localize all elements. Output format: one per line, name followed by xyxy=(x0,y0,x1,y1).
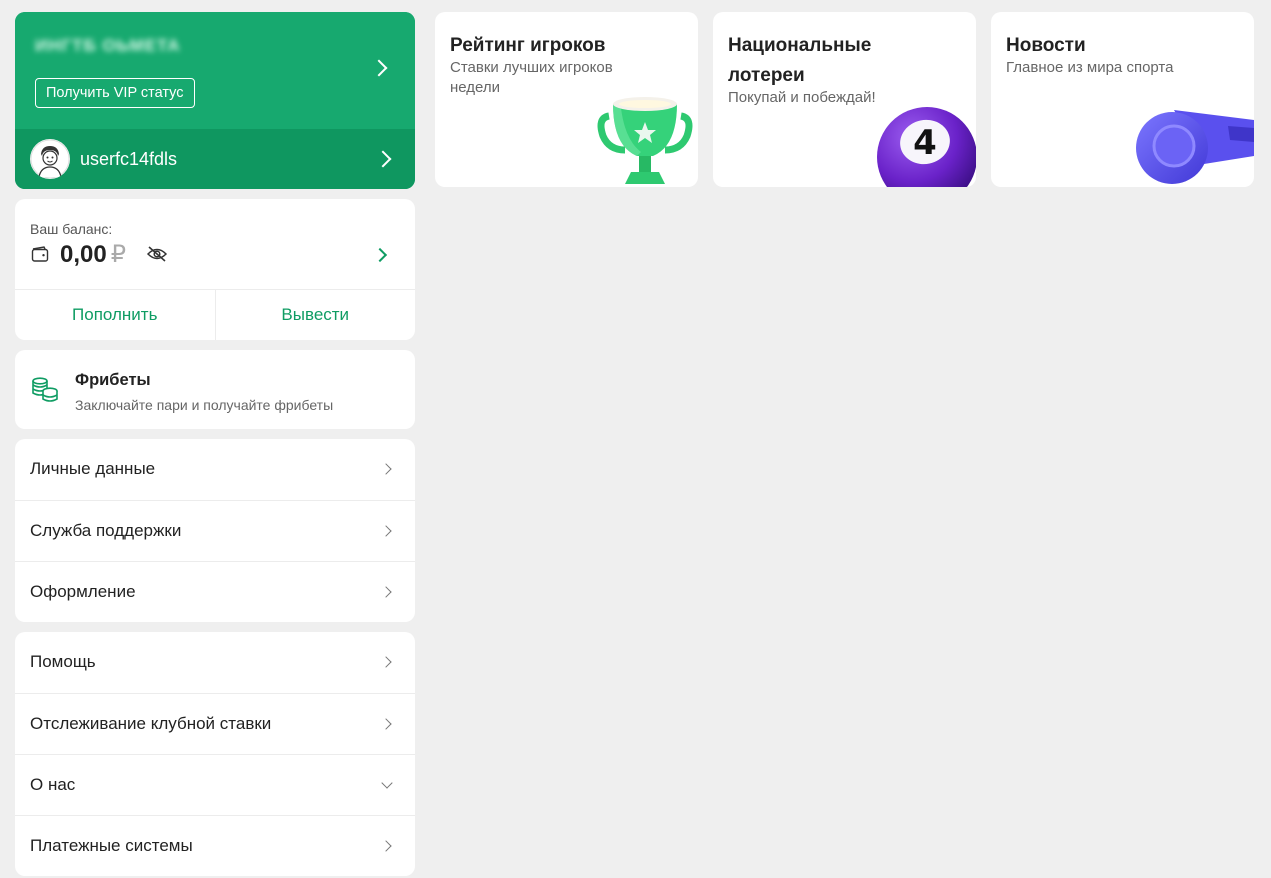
chevron-right-icon xyxy=(380,840,392,852)
lottery-ball-icon: 4 xyxy=(877,107,976,187)
menu-item-label: О нас xyxy=(30,775,76,794)
chevron-right-icon xyxy=(370,59,388,77)
chevron-right-icon[interactable] xyxy=(372,247,388,263)
whistle-icon xyxy=(1136,110,1254,184)
eye-hidden-icon[interactable] xyxy=(146,245,168,263)
menu-item-appearance[interactable]: Оформление xyxy=(15,561,415,622)
menu-item-personal-data[interactable]: Личные данные xyxy=(15,439,415,500)
menu-item-label: Оформление xyxy=(30,582,136,601)
freebets-card[interactable]: Фрибеты Заключайте пари и получайте фриб… xyxy=(15,350,415,429)
chevron-right-icon xyxy=(374,150,392,168)
menu-item-club-bet-tracking[interactable]: Отслеживание клубной ставки xyxy=(15,693,415,754)
menu-item-help[interactable]: Помощь xyxy=(15,632,415,693)
tile-title: Национальные лотереи xyxy=(728,35,872,86)
left-column: ИНГТБ ОЬМЕТА Получить VIP статус userfc1… xyxy=(15,12,415,876)
chevron-right-icon xyxy=(380,586,392,598)
tile-news[interactable]: Новости Главное из мира спорта xyxy=(991,12,1254,187)
chevron-right-icon xyxy=(380,718,392,730)
avatar xyxy=(30,139,70,179)
freebets-title: Фрибеты xyxy=(75,371,151,389)
tile-subtitle: Главное из мира спорта xyxy=(1006,59,1174,76)
menu-item-label: Служба поддержки xyxy=(30,521,182,540)
wallet-icon xyxy=(31,246,49,262)
menu-item-label: Отслеживание клубной ставки xyxy=(30,714,272,733)
coins-icon xyxy=(32,377,58,402)
menu-item-payment-systems[interactable]: Платежные системы xyxy=(15,815,415,876)
blurred-account-name: ИНГТБ ОЬМЕТА xyxy=(35,36,181,55)
vip-section[interactable]: ИНГТБ ОЬМЕТА Получить VIP статус xyxy=(15,12,415,129)
currency-symbol: ₽ xyxy=(110,241,126,268)
ball-number: 4 xyxy=(913,123,937,163)
balance-amount: 0,00 ₽ xyxy=(60,240,126,269)
freebets-subtitle: Заключайте пари и получайте фрибеты xyxy=(75,397,334,413)
tile-national-lotteries[interactable]: Национальные лотереи Покупай и побеждай!… xyxy=(713,12,976,187)
menu-item-label: Платежные системы xyxy=(30,836,193,855)
balance-card: Ваш баланс: 0,00 ₽ Пополнить Вывести xyxy=(15,199,415,340)
menu-item-about[interactable]: О нас xyxy=(15,754,415,815)
chevron-right-icon xyxy=(380,656,392,668)
balance-label: Ваш баланс: xyxy=(30,221,113,237)
deposit-button[interactable]: Пополнить xyxy=(15,290,215,340)
withdraw-button[interactable]: Вывести xyxy=(214,290,416,340)
tile-title: Рейтинг игроков xyxy=(450,35,606,56)
menu-item-support[interactable]: Служба поддержки xyxy=(15,500,415,561)
account-menu: Личные данные Служба поддержки Оформлени… xyxy=(15,439,415,622)
trophy-icon xyxy=(597,97,693,184)
menu-item-label: Личные данные xyxy=(30,459,156,478)
menu-item-label: Помощь xyxy=(30,652,96,671)
tile-subtitle: Ставки лучших игроков недели xyxy=(450,59,613,96)
chevron-down-icon xyxy=(381,777,393,789)
user-row[interactable]: userfc14fdls xyxy=(15,129,415,189)
balance-actions: Пополнить Вывести xyxy=(15,289,415,340)
tile-title: Новости xyxy=(1006,35,1086,56)
tile-player-rating[interactable]: Рейтинг игроков Ставки лучших игроков не… xyxy=(435,12,698,187)
profile-card: ИНГТБ ОЬМЕТА Получить VIP статус userfc1… xyxy=(15,12,415,189)
get-vip-button[interactable]: Получить VIP статус xyxy=(35,78,195,108)
balance-value: 0,00 xyxy=(60,241,107,268)
chevron-right-icon xyxy=(380,525,392,537)
chevron-right-icon xyxy=(380,463,392,475)
username: userfc14fdls xyxy=(80,149,178,169)
info-menu: Помощь Отслеживание клубной ставки О нас… xyxy=(15,632,415,876)
